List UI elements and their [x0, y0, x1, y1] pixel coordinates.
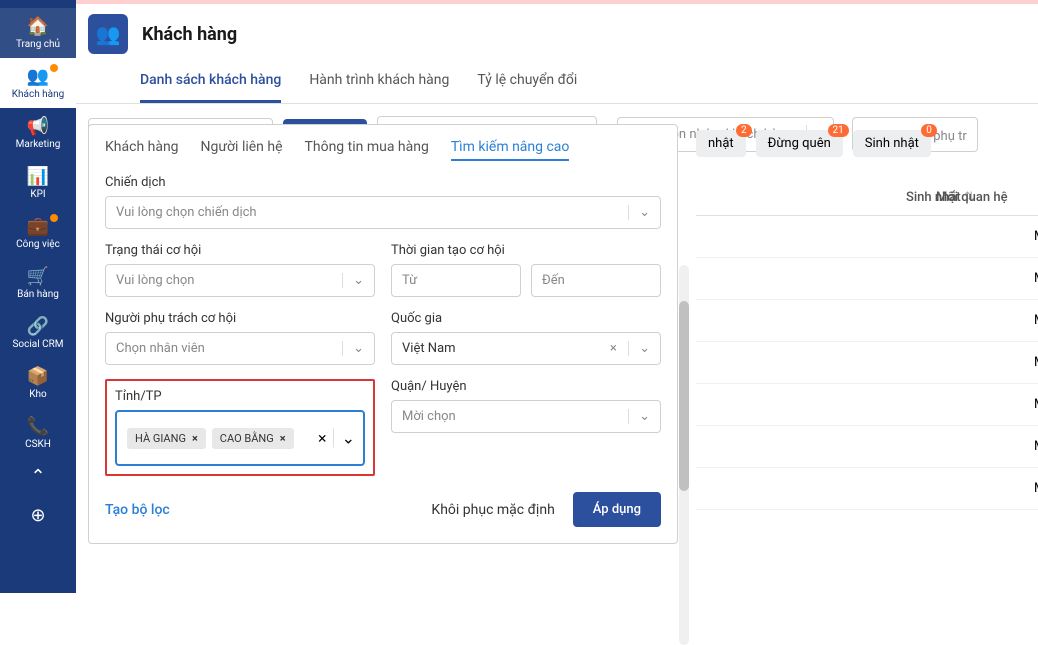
chevron-down-icon: ⌄ [628, 341, 650, 356]
sidebar-item-cskh[interactable]: 📞 CSKH [0, 408, 76, 458]
filter-tab-purchase[interactable]: Thông tin mua hàng [305, 139, 429, 161]
district-select[interactable]: Mời chọn ⌄ [391, 400, 661, 433]
quick-filter-pills: nhật 2 Đừng quên 21 Sinh nhật 0 [696, 130, 931, 157]
sidebar-collapse[interactable]: ⌃ [0, 458, 76, 497]
table-row[interactable]: Mới [696, 216, 1038, 258]
badge: 21 [828, 124, 849, 137]
table-row[interactable]: Mới [696, 300, 1038, 342]
main-content: 👥 Khách hàng Danh sách khách hàng Hành t… [76, 0, 1038, 593]
opportunity-assignee-label: Người phụ trách cơ hội [105, 311, 375, 326]
badge: 2 [736, 124, 752, 137]
briefcase-icon: 💼 [27, 216, 49, 237]
share-icon: 🔗 [27, 316, 49, 337]
sidebar-item-home[interactable]: 🏠 Trang chủ [0, 8, 76, 58]
column-birthday[interactable]: Sinh nhật ⇅ [696, 190, 906, 205]
opportunity-assignee-select[interactable]: Chọn nhân viên ⌄ [105, 332, 375, 365]
sidebar-item-warehouse[interactable]: 📦 Kho [0, 358, 76, 408]
home-icon: 🏠 [27, 16, 49, 37]
customer-table: Sinh nhật ⇅ Mối quan hệ Mới Mới Mới Mới … [696, 180, 1038, 510]
chevron-down-icon: ⌄ [333, 429, 355, 448]
campaign-select[interactable]: Vui lòng chọn chiến dịch ⌄ [105, 196, 661, 229]
megaphone-icon: 📢 [27, 116, 49, 137]
pill-update[interactable]: nhật 2 [696, 130, 746, 157]
chevron-down-icon: ⌄ [628, 409, 650, 424]
opportunity-status-select[interactable]: Vui lòng chọn ⌄ [105, 264, 375, 297]
chevron-down-icon: ⌄ [342, 273, 364, 288]
customers-header-icon: 👥 [88, 14, 128, 54]
opportunity-time-label: Thời gian tạo cơ hội [391, 243, 661, 258]
sidebar-item-sales[interactable]: 🛒 Bán hàng [0, 258, 76, 308]
sidebar-item-tasks[interactable]: 💼 Công việc [0, 208, 76, 258]
filter-panel-footer: Tạo bộ lọc Khôi phục mặc định Áp dụng [105, 492, 661, 527]
filter-panel: Khách hàng Người liên hệ Thông tin mua h… [88, 124, 678, 544]
page-header: 👥 Khách hàng [76, 4, 1038, 54]
badge: 0 [921, 124, 937, 137]
tab-customer-journey[interactable]: Hành trình khách hàng [309, 64, 449, 103]
cart-icon: 🛒 [27, 266, 49, 287]
filter-tab-customer[interactable]: Khách hàng [105, 139, 179, 161]
table-header: Sinh nhật ⇅ Mối quan hệ [696, 180, 1038, 216]
chip-remove-icon[interactable]: × [280, 432, 286, 445]
country-label: Quốc gia [391, 311, 661, 326]
table-row[interactable]: Mới [696, 384, 1038, 426]
restore-default-link[interactable]: Khôi phục mặc định [431, 502, 554, 518]
campaign-label: Chiến dịch [105, 175, 661, 190]
sidebar-help[interactable]: ⊕ [0, 497, 76, 536]
create-filter-link[interactable]: Tạo bộ lọc [105, 502, 170, 518]
chip-remove-icon[interactable]: × [192, 432, 198, 445]
from-date-input[interactable]: Từ [391, 264, 521, 297]
lifebuoy-icon: ⊕ [30, 505, 45, 526]
pill-birthday[interactable]: Sinh nhật 0 [853, 130, 931, 157]
country-select[interactable]: Việt Nam × ⌄ [391, 332, 661, 365]
sidebar-item-customers[interactable]: 👥 Khách hàng [0, 58, 76, 108]
province-chip: HÀ GIANG × [127, 428, 206, 449]
filter-tab-contact[interactable]: Người liên hệ [201, 139, 283, 161]
chevron-up-icon: ⌃ [30, 466, 45, 487]
tab-conversion-rate[interactable]: Tỷ lệ chuyển đổi [477, 64, 577, 103]
filter-tab-advanced[interactable]: Tìm kiếm nâng cao [451, 139, 570, 161]
clear-all-icon[interactable]: × [318, 429, 327, 448]
pill-dont-forget[interactable]: Đừng quên 21 [756, 130, 843, 157]
chevron-down-icon: ⌄ [342, 341, 364, 356]
table-row[interactable]: Mới [696, 426, 1038, 468]
district-label: Quận/ Huyện [391, 379, 661, 394]
sidebar: 🏠 Trang chủ 👥 Khách hàng 📢 Marketing 📊 K… [0, 0, 76, 593]
notification-dot [50, 214, 58, 222]
scrollbar[interactable] [679, 265, 689, 645]
clear-icon[interactable]: × [610, 341, 617, 356]
province-highlight: Tỉnh/TP HÀ GIANG × CAO BẰNG × × ⌄ [105, 379, 375, 476]
sidebar-item-kpi[interactable]: 📊 KPI [0, 158, 76, 208]
filter-panel-tabs: Khách hàng Người liên hệ Thông tin mua h… [105, 139, 661, 161]
phone-icon: 📞 [27, 416, 49, 437]
users-icon: 👥 [27, 66, 49, 87]
warehouse-icon: 📦 [27, 366, 49, 387]
page-title: Khách hàng [142, 24, 237, 45]
page-tabs: Danh sách khách hàng Hành trình khách hà… [76, 64, 1038, 104]
province-chip: CAO BẰNG × [212, 428, 294, 449]
province-label: Tỉnh/TP [115, 389, 365, 404]
table-row[interactable]: Mới [696, 468, 1038, 510]
tab-customer-list[interactable]: Danh sách khách hàng [140, 64, 281, 103]
province-select[interactable]: HÀ GIANG × CAO BẰNG × × ⌄ [115, 410, 365, 466]
column-relationship[interactable]: Mối quan hệ [906, 190, 1008, 205]
opportunity-status-label: Trạng thái cơ hội [105, 243, 375, 258]
apply-button[interactable]: Áp dụng [573, 492, 661, 527]
notification-dot [50, 64, 58, 72]
table-row[interactable]: Mới [696, 342, 1038, 384]
table-row[interactable]: Mới [696, 258, 1038, 300]
chart-icon: 📊 [27, 166, 49, 187]
to-date-input[interactable]: Đến [531, 264, 661, 297]
chevron-down-icon: ⌄ [628, 205, 650, 220]
sidebar-item-marketing[interactable]: 📢 Marketing [0, 108, 76, 158]
sidebar-item-socialcrm[interactable]: 🔗 Social CRM [0, 308, 76, 358]
scrollbar-thumb[interactable] [679, 301, 689, 491]
